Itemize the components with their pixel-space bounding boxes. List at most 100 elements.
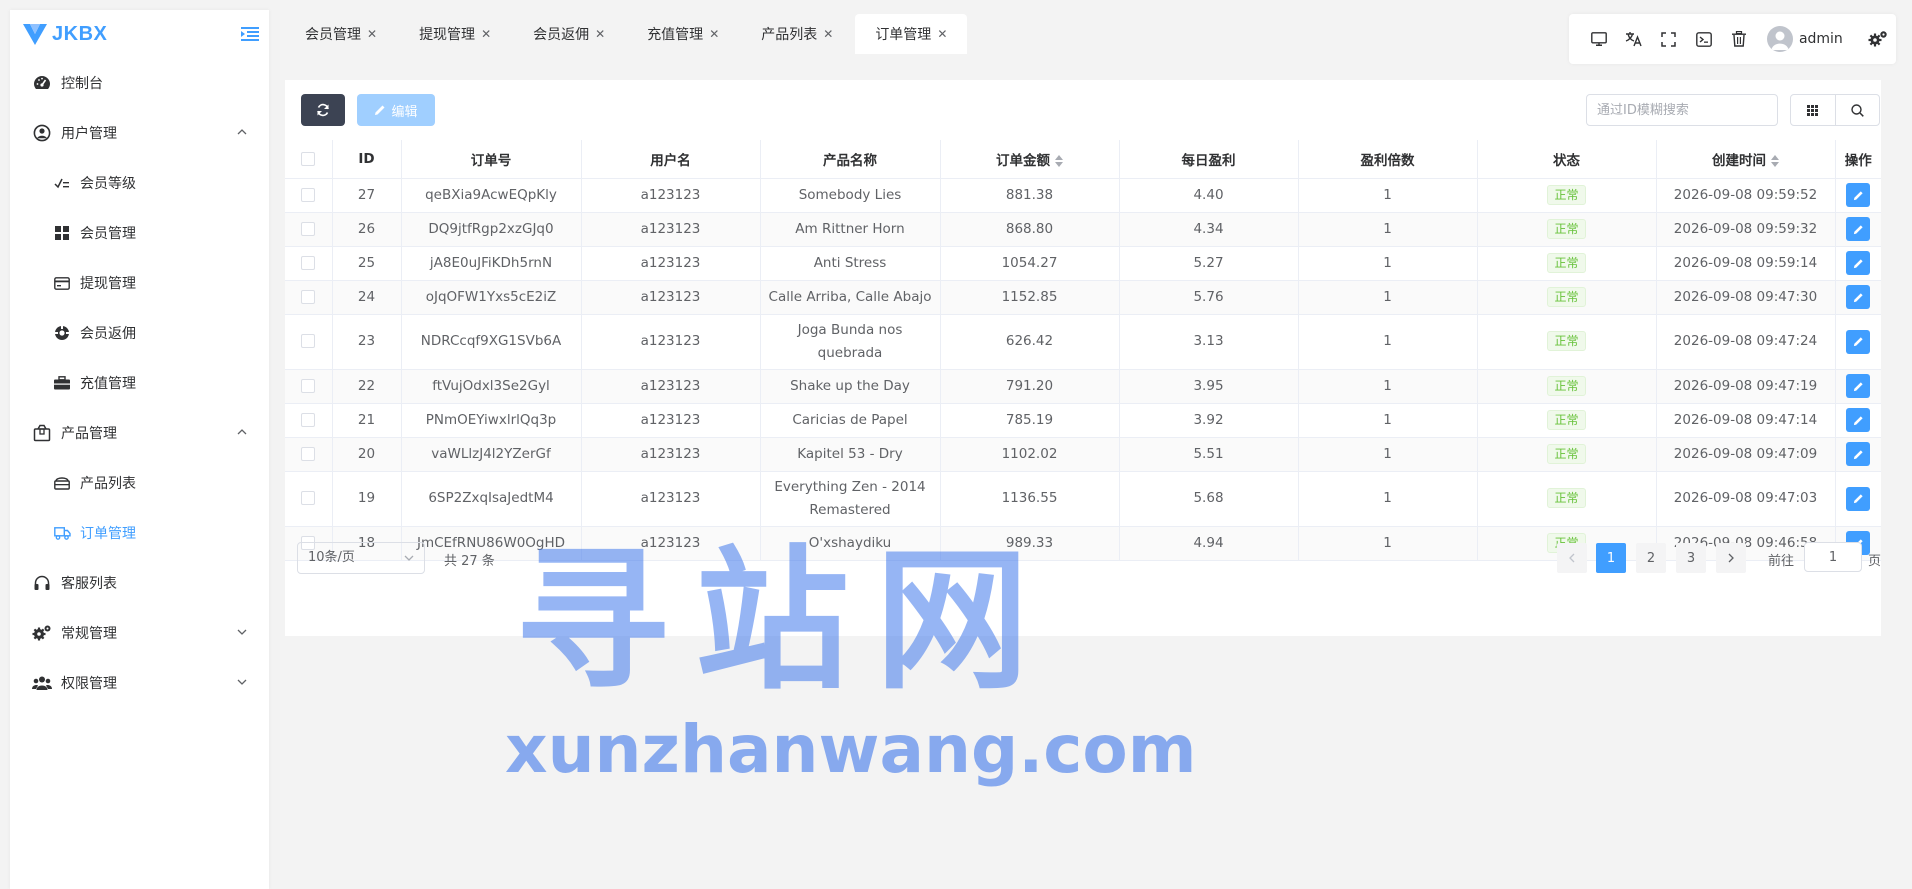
- sidebar-item-product-list[interactable]: 产品列表: [10, 458, 269, 508]
- prev-page-button[interactable]: [1557, 543, 1587, 573]
- cell-username: a123123: [581, 212, 761, 247]
- table-row[interactable]: 21 PNmOEYiwxlrlQq3p a123123 Caricias de Pap…: [285, 403, 1881, 438]
- row-checkbox[interactable]: [301, 255, 316, 270]
- edit-button[interactable]: 编辑: [357, 94, 435, 126]
- frontend-button[interactable]: [1581, 19, 1616, 59]
- table-row[interactable]: 26 DQ9jtfRgp2xzGJq0 a123123 Am Rittner Horn…: [285, 212, 1881, 247]
- table-row[interactable]: 22 ftVujOdxl3Se2Gyl a123123 Shake up the Da…: [285, 369, 1881, 404]
- select-cell[interactable]: [285, 178, 333, 213]
- select-cell[interactable]: [285, 314, 333, 370]
- sidebar-item-permission-management[interactable]: 权限管理: [10, 658, 269, 708]
- column-header-amount[interactable]: 订单金额: [940, 140, 1120, 179]
- page-button-1[interactable]: 1: [1596, 543, 1626, 573]
- tab-product-list[interactable]: 产品列表 ✕: [741, 14, 853, 54]
- tab-withdraw-management[interactable]: 提现管理 ✕: [399, 14, 511, 54]
- close-icon[interactable]: ✕: [595, 27, 605, 41]
- page-size-select[interactable]: 10条/页: [297, 542, 425, 574]
- table-row[interactable]: 27 qeBXia9AcwEQpKly a123123 Somebody Lies 88…: [285, 178, 1881, 213]
- tab-order-management[interactable]: 订单管理 ✕: [855, 14, 968, 54]
- row-checkbox[interactable]: [301, 221, 316, 236]
- close-icon[interactable]: ✕: [481, 27, 491, 41]
- sort-icon[interactable]: [1771, 154, 1779, 167]
- sidebar-item-product-management[interactable]: 产品管理: [10, 408, 269, 458]
- row-checkbox[interactable]: [301, 491, 316, 505]
- sidebar-item-member-level[interactable]: 会员等级: [10, 158, 269, 208]
- select-all-checkbox[interactable]: [301, 151, 316, 166]
- row-edit-button[interactable]: [1846, 408, 1871, 432]
- select-cell[interactable]: [285, 403, 333, 438]
- column-header-created[interactable]: 创建时间: [1656, 140, 1836, 179]
- cell-order-amount: 1054.27: [940, 246, 1120, 281]
- fullscreen-button[interactable]: [1651, 19, 1686, 59]
- clear-cache-button[interactable]: [1722, 19, 1757, 59]
- close-icon[interactable]: ✕: [367, 27, 377, 41]
- pencil-icon: [1853, 337, 1863, 347]
- row-edit-button[interactable]: [1846, 251, 1871, 275]
- row-checkbox[interactable]: [301, 412, 316, 427]
- select-cell[interactable]: [285, 471, 333, 527]
- table-row[interactable]: 19 6SP2ZxqIsaJedtM4 a123123 Everything Zen …: [285, 471, 1881, 527]
- search-toggle-button[interactable]: [1834, 95, 1880, 125]
- select-all-cell[interactable]: [285, 140, 333, 179]
- sidebar-item-user-management[interactable]: 用户管理: [10, 108, 269, 158]
- cell-order-amount: 868.80: [940, 212, 1120, 247]
- close-icon[interactable]: ✕: [823, 27, 833, 41]
- column-header: 订单号: [401, 140, 582, 179]
- settings-button[interactable]: [1861, 19, 1896, 59]
- row-checkbox[interactable]: [301, 378, 316, 393]
- select-cell[interactable]: [285, 212, 333, 247]
- collapse-menu-icon[interactable]: [241, 26, 259, 42]
- table-row[interactable]: 23 NDRCcqf9XG1SVb6A a123123 Joga Bunda nos …: [285, 314, 1881, 370]
- language-button[interactable]: [1616, 19, 1651, 59]
- row-checkbox[interactable]: [301, 446, 316, 461]
- next-page-button[interactable]: [1716, 543, 1746, 573]
- table-row[interactable]: 25 jA8E0uJFiKDh5rnN a123123 Anti Stress 1054…: [285, 246, 1881, 281]
- select-cell[interactable]: [285, 246, 333, 281]
- sort-icon[interactable]: [1055, 154, 1063, 167]
- sidebar-item-label: 充值管理: [80, 376, 136, 392]
- cell-profit-multiple: 1: [1298, 246, 1478, 281]
- header-tools: admin: [1569, 14, 1896, 64]
- close-icon[interactable]: ✕: [709, 27, 719, 41]
- table-row[interactable]: 24 oJqOFW1Yxs5cE2iZ a123123 Calle Arriba, C…: [285, 280, 1881, 315]
- sidebar-item-label: 权限管理: [61, 676, 117, 692]
- row-checkbox[interactable]: [301, 289, 316, 304]
- row-edit-button[interactable]: [1846, 486, 1871, 511]
- goto-page-input[interactable]: [1804, 542, 1862, 572]
- row-edit-button[interactable]: [1846, 374, 1871, 398]
- row-checkbox[interactable]: [301, 334, 316, 348]
- row-edit-button[interactable]: [1846, 329, 1871, 354]
- status-badge: 正常: [1547, 252, 1586, 273]
- row-edit-button[interactable]: [1846, 285, 1871, 309]
- sidebar-item-withdraw[interactable]: 提现管理: [10, 258, 269, 308]
- sidebar-item-commission[interactable]: 会员返佣: [10, 308, 269, 358]
- page-button-2[interactable]: 2: [1636, 543, 1666, 573]
- tab-member-commission[interactable]: 会员返佣 ✕: [513, 14, 625, 54]
- terminal-button[interactable]: [1687, 19, 1722, 59]
- close-icon[interactable]: ✕: [937, 27, 947, 41]
- user-menu[interactable]: admin: [1766, 26, 1843, 52]
- cell-order-no: PNmOEYiwxlrlQq3p: [401, 403, 582, 438]
- column-toggle-button[interactable]: [1791, 95, 1835, 125]
- sidebar-item-order-management[interactable]: 订单管理: [10, 508, 269, 558]
- tab-recharge-management[interactable]: 充值管理 ✕: [627, 14, 739, 54]
- sidebar-item-general-management[interactable]: 常规管理: [10, 608, 269, 658]
- row-edit-button[interactable]: [1846, 217, 1871, 241]
- tab-member-management[interactable]: 会员管理 ✕: [285, 14, 397, 54]
- row-edit-button[interactable]: [1846, 442, 1871, 466]
- sidebar-item-recharge[interactable]: 充值管理: [10, 358, 269, 408]
- row-edit-button[interactable]: [1846, 183, 1871, 207]
- sidebar-item-customer-service[interactable]: 客服列表: [10, 558, 269, 608]
- select-cell[interactable]: [285, 437, 333, 472]
- sidebar-item-dashboard[interactable]: 控制台: [10, 58, 269, 108]
- select-cell[interactable]: [285, 280, 333, 315]
- logo[interactable]: JKBX: [10, 10, 269, 58]
- select-cell[interactable]: [285, 369, 333, 404]
- sidebar-item-member-management[interactable]: 会员管理: [10, 208, 269, 258]
- refresh-button[interactable]: [301, 94, 345, 126]
- table-row[interactable]: 20 vaWLlzJ4l2YZerGf a123123 Kapitel 53 - Dr…: [285, 437, 1881, 472]
- row-checkbox[interactable]: [301, 187, 316, 202]
- page-button-3[interactable]: 3: [1676, 543, 1706, 573]
- table-header: ID 订单号 用户名 产品名称 订单金额 每日盈利 盈利倍数 状态 创建时间 操…: [285, 140, 1881, 179]
- search-input[interactable]: [1586, 94, 1778, 126]
